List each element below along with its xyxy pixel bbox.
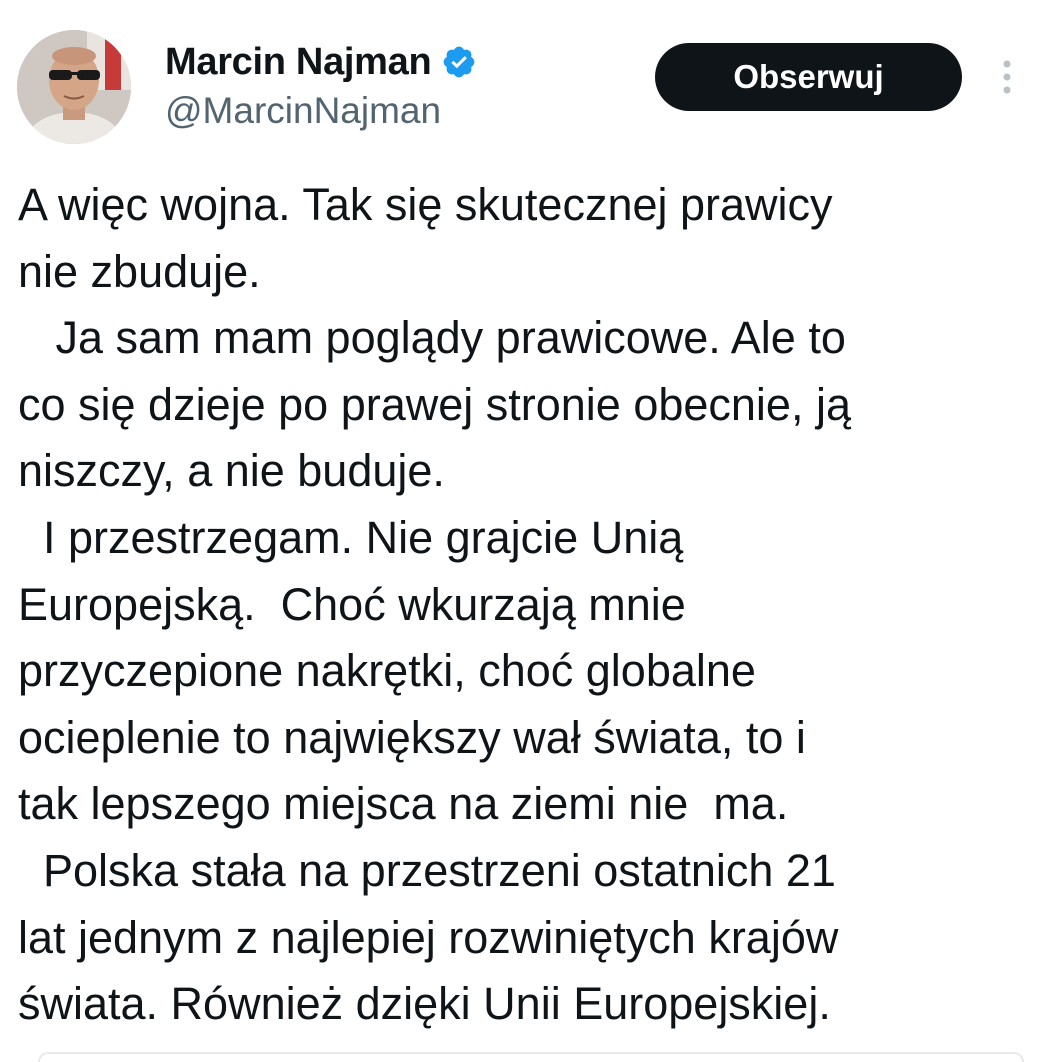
more-options-icon[interactable] xyxy=(992,58,1022,98)
author-handle[interactable]: @MarcinNajman xyxy=(165,90,477,132)
tweet-text-line: Polska stała na przestrzeni ostatnich 21 xyxy=(18,844,836,896)
tweet-text-line: nie zbuduje. xyxy=(18,245,261,297)
avatar-photo-icon xyxy=(17,30,131,144)
tweet-header: Marcin Najman @MarcinNajman Obserwuj xyxy=(0,0,1062,150)
avatar[interactable] xyxy=(17,30,131,144)
tweet-text-line: ocieplenie to największy wał świata, to … xyxy=(18,711,806,763)
tweet-text: A więc wojna. Tak się skutecznej prawicy… xyxy=(18,172,1048,1038)
follow-button[interactable]: Obserwuj xyxy=(655,43,962,111)
tweet-text-line: Europejską. Choć wkurzają mnie xyxy=(18,578,686,630)
tweet-text-line: I przestrzegam. Nie grajcie Unią xyxy=(18,511,684,563)
verified-badge-icon xyxy=(441,44,477,80)
author-info: Marcin Najman @MarcinNajman xyxy=(165,38,477,132)
display-name[interactable]: Marcin Najman xyxy=(165,41,432,84)
tweet-text-line: Ja sam mam poglądy prawicowe. Ale to xyxy=(18,312,846,364)
tweet-text-line: lat jednym z najlepiej rozwiniętych kraj… xyxy=(18,911,839,963)
tweet-text-line: niszczy, a nie buduje. xyxy=(18,445,445,497)
tweet-text-line: A więc wojna. Tak się skutecznej prawicy xyxy=(18,179,833,230)
tweet-text-line: tak lepszego miejsca na ziemi nie ma. xyxy=(18,778,789,830)
tweet-text-line: co się dzieje po prawej stronie obecnie,… xyxy=(18,378,851,430)
tweet-text-line: przyczepione nakrętki, choć globalne xyxy=(18,645,756,697)
tweet-text-line: świata. Również dzięki Unii Europejskiej… xyxy=(18,978,831,1030)
media-card-edge xyxy=(38,1052,1024,1062)
